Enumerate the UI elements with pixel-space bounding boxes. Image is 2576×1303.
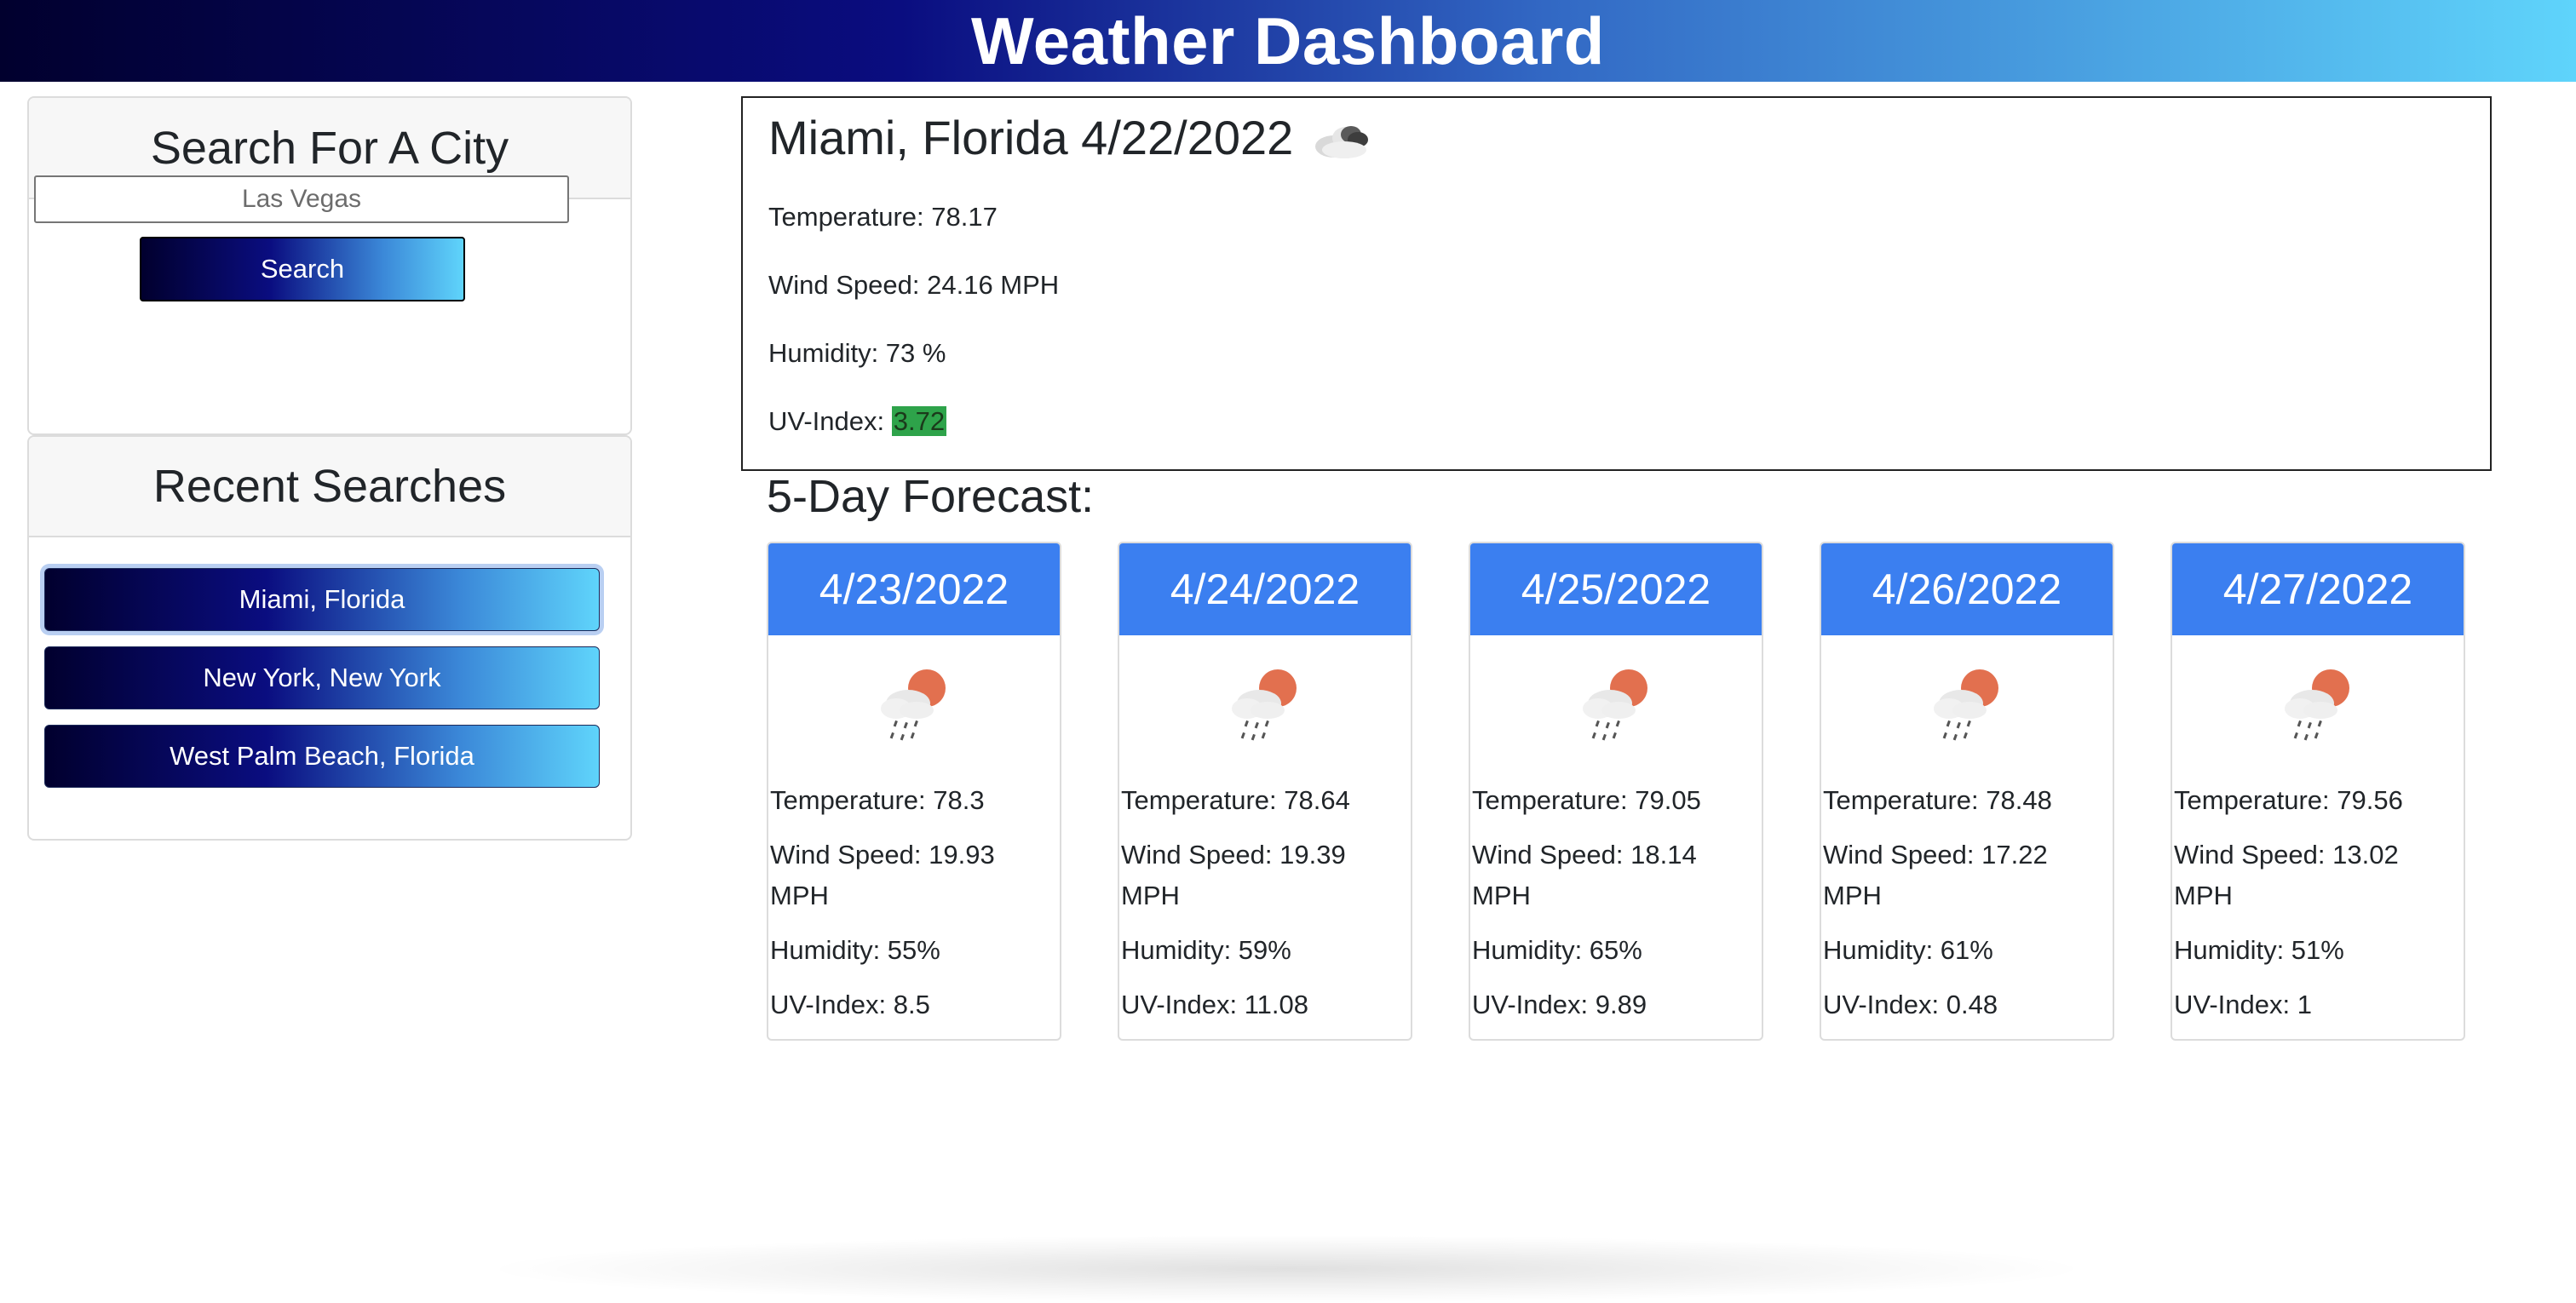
recent-searches-list: Miami, Florida New York, New York West P… — [44, 568, 627, 803]
forecast-card: 4/24/2022 Temperature: 78.64 Wind Speed:… — [1118, 542, 1412, 1041]
uv-index-badge: 3.72 — [891, 406, 947, 436]
forecast-uv-index: UV-Index: 0.48 — [1823, 990, 1998, 1019]
forecast-wind-speed: Wind Speed: 13.02 MPH — [2174, 840, 2399, 910]
forecast-wind-speed: Wind Speed: 19.39 MPH — [1121, 840, 1346, 910]
forecast-temperature: Temperature: 78.48 — [1823, 785, 2052, 815]
rain-sun-icon — [2285, 669, 2349, 741]
forecast-card: 4/26/2022 Temperature: 78.48 Wind Speed:… — [1820, 542, 2114, 1041]
recent-search-item[interactable]: Miami, Florida — [44, 568, 600, 631]
broken-clouds-icon — [1315, 125, 1369, 158]
page-title: Weather Dashboard — [971, 3, 1605, 78]
forecast-card: 4/25/2022 Temperature: 79.05 Wind Speed:… — [1469, 542, 1763, 1041]
rain-sun-icon — [1583, 669, 1647, 741]
current-weather-panel: Miami, Florida 4/22/2022 Temperature: 78… — [741, 96, 2492, 471]
recent-searches-heading: Recent Searches — [29, 437, 630, 537]
forecast-wind-speed: Wind Speed: 17.22 MPH — [1823, 840, 2048, 910]
forecast-temperature: Temperature: 78.3 — [770, 785, 985, 815]
forecast-uv-index: UV-Index: 11.08 — [1121, 990, 1309, 1019]
forecast-wind-speed: Wind Speed: 18.14 MPH — [1472, 840, 1697, 910]
current-weather-title: Miami, Florida 4/22/2022 — [768, 110, 1375, 165]
forecast-humidity: Humidity: 65% — [1472, 935, 1642, 965]
city-search-input[interactable] — [34, 175, 569, 223]
uv-index-label: UV-Index: — [768, 406, 892, 436]
forecast-date: 4/26/2022 — [1821, 543, 2113, 635]
forecast-card: 4/23/2022 Temperature: 78.3 Wind Speed: … — [767, 542, 1061, 1041]
rain-sun-icon — [881, 669, 946, 741]
forecast-humidity: Humidity: 61% — [1823, 935, 1993, 965]
current-city-date: Miami, Florida 4/22/2022 — [768, 111, 1294, 164]
forecast-date: 4/23/2022 — [768, 543, 1060, 635]
forecast-temperature: Temperature: 78.64 — [1121, 785, 1350, 815]
forecast-temperature: Temperature: 79.56 — [2174, 785, 2403, 815]
forecast-humidity: Humidity: 59% — [1121, 935, 1291, 965]
current-uv-index: UV-Index: 3.72 — [768, 406, 947, 437]
window-bottom-shadow — [477, 1235, 2096, 1303]
rain-sun-icon — [1934, 669, 1998, 741]
search-button[interactable]: Search — [140, 237, 465, 301]
forecast-date: 4/24/2022 — [1119, 543, 1411, 635]
forecast-uv-index: UV-Index: 1 — [2174, 990, 2312, 1019]
forecast-wind-speed: Wind Speed: 19.93 MPH — [770, 840, 995, 910]
forecast-date: 4/25/2022 — [1470, 543, 1762, 635]
current-humidity: Humidity: 73 % — [768, 338, 946, 368]
forecast-temperature: Temperature: 79.05 — [1472, 785, 1701, 815]
page-header: Weather Dashboard — [0, 0, 2576, 82]
rain-sun-icon — [1232, 669, 1297, 741]
forecast-card: 4/27/2022 Temperature: 79.56 Wind Speed:… — [2171, 542, 2465, 1041]
forecast-humidity: Humidity: 55% — [770, 935, 940, 965]
forecast-uv-index: UV-Index: 8.5 — [770, 990, 930, 1019]
current-temperature: Temperature: 78.17 — [768, 202, 998, 232]
current-wind-speed: Wind Speed: 24.16 MPH — [768, 270, 1060, 300]
recent-searches-panel: Recent Searches Miami, Florida New York,… — [27, 435, 632, 841]
recent-search-item[interactable]: New York, New York — [44, 646, 600, 709]
forecast-date: 4/27/2022 — [2172, 543, 2464, 635]
forecast-humidity: Humidity: 51% — [2174, 935, 2344, 965]
forecast-uv-index: UV-Index: 9.89 — [1472, 990, 1647, 1019]
recent-search-item[interactable]: West Palm Beach, Florida — [44, 725, 600, 788]
forecast-heading: 5-Day Forecast: — [767, 471, 1095, 522]
